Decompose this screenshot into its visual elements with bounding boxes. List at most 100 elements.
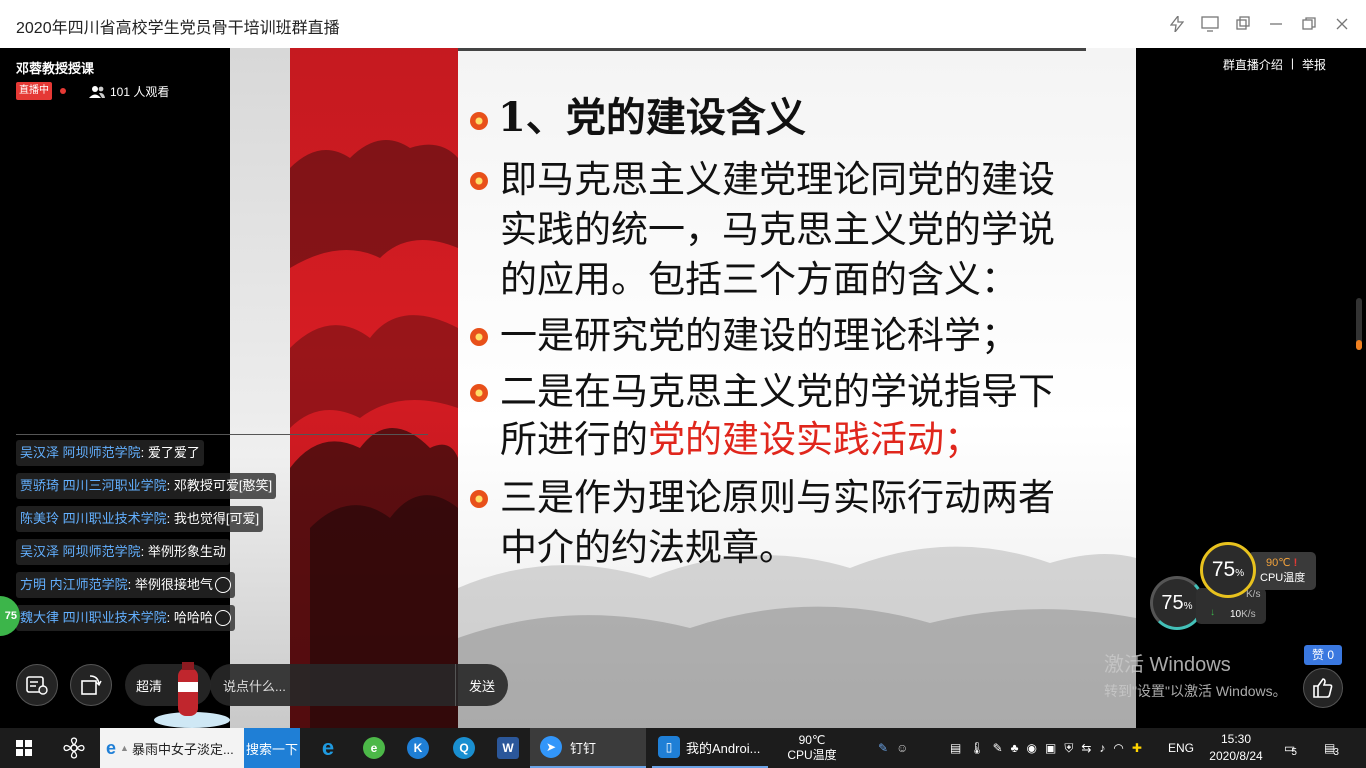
chat-author[interactable]: 陈美玲 四川职业技术学院 (20, 511, 167, 526)
tray-app-icon[interactable]: ✎ (878, 741, 888, 755)
memory-gauge-value: 75 (1161, 591, 1184, 614)
slide-line: 所进行的党的建设实践活动； (500, 416, 981, 464)
chat-author[interactable]: 吴汉泽 阿坝师范学院 (20, 445, 141, 460)
viewers-icon (89, 85, 105, 98)
system-tray: ▤ 🌡 ✎ ♣ ◉ ▣ ⛨ ⇆ ♪ ◠ ✚ (950, 728, 1142, 768)
net-down-unit: K/s (1241, 609, 1256, 620)
like-button[interactable] (1303, 668, 1343, 708)
tray-document-icon[interactable]: ▤ (950, 741, 961, 755)
pinwheel-icon (63, 737, 85, 759)
window-controls (1160, 10, 1358, 38)
close-icon[interactable] (1325, 10, 1358, 38)
chat-message: 陈美玲 四川职业技术学院: 我也觉得[可爱] (16, 506, 264, 532)
restore-window-icon[interactable] (1226, 10, 1259, 38)
net-up-unit: K/s (1246, 589, 1261, 600)
screen-share-icon[interactable] (1193, 10, 1226, 38)
action-center-button[interactable]: ▭ 5 (1284, 728, 1297, 768)
search-button[interactable]: 搜索一下 (244, 728, 300, 768)
chat-message: 吴汉泽 阿坝师范学院: 举例形象生动 (16, 539, 230, 565)
tray-wifi-icon[interactable]: ◠ (1113, 741, 1123, 755)
group-live-intro-link[interactable]: 群直播介绍 (1223, 56, 1283, 73)
slide-bullet-icon (470, 328, 488, 346)
warning-icon: ! (1293, 557, 1298, 569)
tray-qq-icon[interactable]: ♣ (1011, 741, 1019, 755)
input-language[interactable]: ENG (1168, 728, 1194, 768)
like-count-badge: 赞 0 (1304, 645, 1342, 665)
viewer-count: 101 人观看 (88, 83, 169, 100)
taskbar-k-app[interactable]: K (402, 728, 434, 768)
watermark-line1: 激活 Windows (1104, 654, 1231, 676)
send-button[interactable]: 发送 (456, 676, 508, 695)
taskbar-cpu-temp-label: CPU温度 (787, 748, 837, 762)
windows-logo-icon (16, 740, 32, 756)
tray-network-icon[interactable]: ⇆ (1081, 741, 1091, 755)
task-view-button[interactable] (58, 728, 90, 768)
thumbs-up-icon (1313, 678, 1333, 698)
minimize-icon[interactable] (1259, 10, 1292, 38)
chat-author[interactable]: 魏大律 四川职业技术学院 (20, 610, 167, 625)
percent-sign: % (1235, 567, 1245, 579)
slide-line: 中介的约法规章。 (500, 526, 796, 569)
cpu-gauge[interactable]: 75% (1200, 542, 1256, 598)
ie-icon: e (106, 737, 117, 758)
report-link[interactable]: 举报 (1302, 56, 1326, 73)
slide-line: 的应用。包括三个方面的含义： (500, 258, 1018, 301)
cpu-gauge-value: 75 (1211, 558, 1236, 581)
taskbar-360-browser[interactable]: e (358, 728, 390, 768)
watermark-line2: 转到"设置"以激活 Windows。 (1104, 683, 1287, 699)
notes-button[interactable] (16, 664, 58, 706)
taskbar-cpu-temp[interactable]: 90℃ CPU温度 (786, 728, 838, 768)
notifications-button[interactable]: ▤ 3 (1324, 728, 1339, 768)
windows-taskbar: e ▲ 暴雨中女子淡定... 搜索一下 e e K Q W ➤ 钉钉 ▯ 我的A… (0, 728, 1366, 768)
slide-bullet-icon (470, 172, 488, 190)
chat-author[interactable]: 方明 内江师范学院 (20, 577, 128, 592)
tray-thermometer-icon[interactable]: 🌡 (969, 741, 984, 755)
triangle-icon: ▲ (120, 743, 129, 753)
tray-volume-icon[interactable]: ♪ (1099, 741, 1105, 755)
taskbar-edge[interactable]: e (312, 728, 344, 768)
lightning-icon[interactable] (1160, 10, 1193, 38)
maximize-icon[interactable] (1292, 10, 1325, 38)
tray-shield-icon[interactable]: ⛨ (1064, 741, 1073, 756)
grin-emoji-icon (214, 576, 231, 593)
taskbar-android[interactable]: ▯ 我的Androi... (652, 728, 768, 768)
start-button[interactable] (8, 728, 40, 768)
tray-wechat-icon[interactable]: ◉ (1027, 741, 1037, 755)
clock-time: 15:30 (1220, 732, 1252, 746)
cpu-temp-text: 90℃ (1266, 557, 1291, 569)
taskbar-cpu-temp-value: 90℃ (798, 733, 826, 747)
taskbar-word[interactable]: W (492, 728, 524, 768)
slide-line: 一是研究党的建设的理论科学； (500, 314, 1018, 357)
presentation-slide: 1、党的建设含义 即马克思主义建党理论同党的建设 实践的统一，马克思主义党的学说… (230, 48, 1136, 728)
window-title-bar: 2020年四川省高校学生党员骨干培训班群直播 (0, 0, 1366, 48)
live-status-badge: 直播中 (16, 82, 52, 100)
q-app-icon: Q (453, 737, 475, 759)
taskbar-dingtalk[interactable]: ➤ 钉钉 (530, 728, 646, 768)
tray-pen-icon[interactable]: ✎ (993, 741, 1003, 755)
chat-text: : 爱了爱了 (140, 445, 200, 460)
rotate-button[interactable] (70, 664, 112, 706)
slide-line: 实践的统一，马克思主义党的学说 (500, 208, 1055, 251)
taskbar-q-app[interactable]: Q (448, 728, 480, 768)
live-title: 邓蓉教授授课 (16, 61, 95, 76)
chat-author[interactable]: 贾骄琦 四川三河职业学院 (20, 478, 167, 493)
cpu-temp-value: 90℃ ! (1260, 556, 1316, 569)
chat-author[interactable]: 吴汉泽 阿坝师范学院 (20, 544, 141, 559)
tray-plus-icon[interactable]: ✚ (1132, 741, 1142, 755)
slide-title: 1、党的建设含义 (498, 94, 806, 141)
tray-user-icon[interactable]: ☺ (896, 741, 908, 755)
volume-slider[interactable] (1356, 298, 1362, 350)
chat-text: : 邓教授可爱[憨笑] (166, 478, 273, 493)
slide-bullet-icon (470, 112, 488, 130)
cpu-temp-card: 90℃ ! CPU温度 (1248, 552, 1316, 590)
clock[interactable]: 15:30 2020/8/24 (1206, 728, 1266, 768)
tray-monitor-icon[interactable]: ▣ (1045, 741, 1056, 755)
taskbar-search-box[interactable]: e ▲ 暴雨中女子淡定... (100, 728, 244, 768)
dingtalk-icon: ➤ (540, 736, 562, 758)
live-dot-icon (60, 88, 66, 94)
chat-text: : 哈哈哈 (166, 610, 213, 625)
edge-icon: e (321, 735, 335, 760)
comment-input[interactable]: 说点什么... 发送 (210, 664, 508, 706)
browser-360-icon: e (363, 737, 385, 759)
net-down-number: 10 (1230, 609, 1242, 620)
